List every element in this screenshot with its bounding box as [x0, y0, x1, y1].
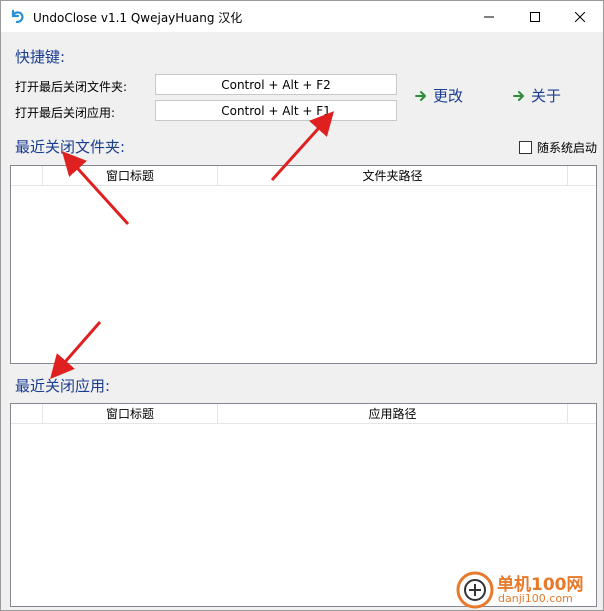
danji-logo-icon [456, 571, 494, 609]
watermark-url: danji100.com [498, 592, 573, 605]
minimize-button[interactable] [466, 1, 512, 32]
undo-app-icon [11, 9, 24, 24]
startup-checkbox-box[interactable] [519, 141, 532, 154]
folder-hotkey-input[interactable] [155, 74, 397, 95]
maximize-icon [530, 11, 540, 22]
recent-apps-title: 最近关闭应用: [15, 377, 111, 395]
folder-hotkey-label: 打开最后关闭文件夹: [15, 80, 128, 94]
startup-checkbox-label: 随系统启动 [537, 141, 598, 155]
column-header-blank[interactable] [11, 404, 43, 424]
minimize-icon [484, 16, 494, 17]
recent-folders-header: 窗口标题 文件夹路径 [11, 166, 596, 186]
column-header-folder-path[interactable]: 文件夹路径 [218, 166, 568, 186]
app-window: UndoClose v1.1 QwejayHuang 汉化 快捷键: 打开最后关… [0, 0, 604, 611]
startup-checkbox[interactable]: 随系统启动 [519, 139, 597, 156]
green-arrow-icon [415, 90, 426, 101]
recent-folders-title: 最近关闭文件夹: [15, 138, 126, 156]
change-button[interactable]: 更改 [415, 85, 463, 106]
about-button[interactable]: 关于 [513, 85, 561, 106]
green-arrow-icon [513, 90, 524, 101]
title-bar[interactable]: UndoClose v1.1 QwejayHuang 汉化 [1, 1, 603, 32]
column-header-blank[interactable] [11, 166, 43, 186]
column-header-window-title[interactable]: 窗口标题 [43, 166, 218, 186]
maximize-button[interactable] [512, 1, 558, 32]
window-title: UndoClose v1.1 QwejayHuang 汉化 [33, 11, 243, 25]
column-header-app-path[interactable]: 应用路径 [218, 404, 568, 424]
close-icon [575, 11, 585, 22]
about-button-label: 关于 [531, 87, 562, 105]
hotkeys-section-title: 快捷键: [15, 48, 66, 66]
change-button-label: 更改 [433, 87, 464, 105]
app-hotkey-label: 打开最后关闭应用: [15, 106, 116, 120]
recent-apps-header: 窗口标题 应用路径 [11, 404, 596, 424]
column-header-window-title[interactable]: 窗口标题 [43, 404, 218, 424]
app-hotkey-input[interactable] [155, 100, 397, 121]
recent-folders-list[interactable]: 窗口标题 文件夹路径 [10, 165, 597, 364]
watermark: 单机100网 danji100.com [452, 568, 602, 610]
close-button[interactable] [557, 1, 603, 32]
